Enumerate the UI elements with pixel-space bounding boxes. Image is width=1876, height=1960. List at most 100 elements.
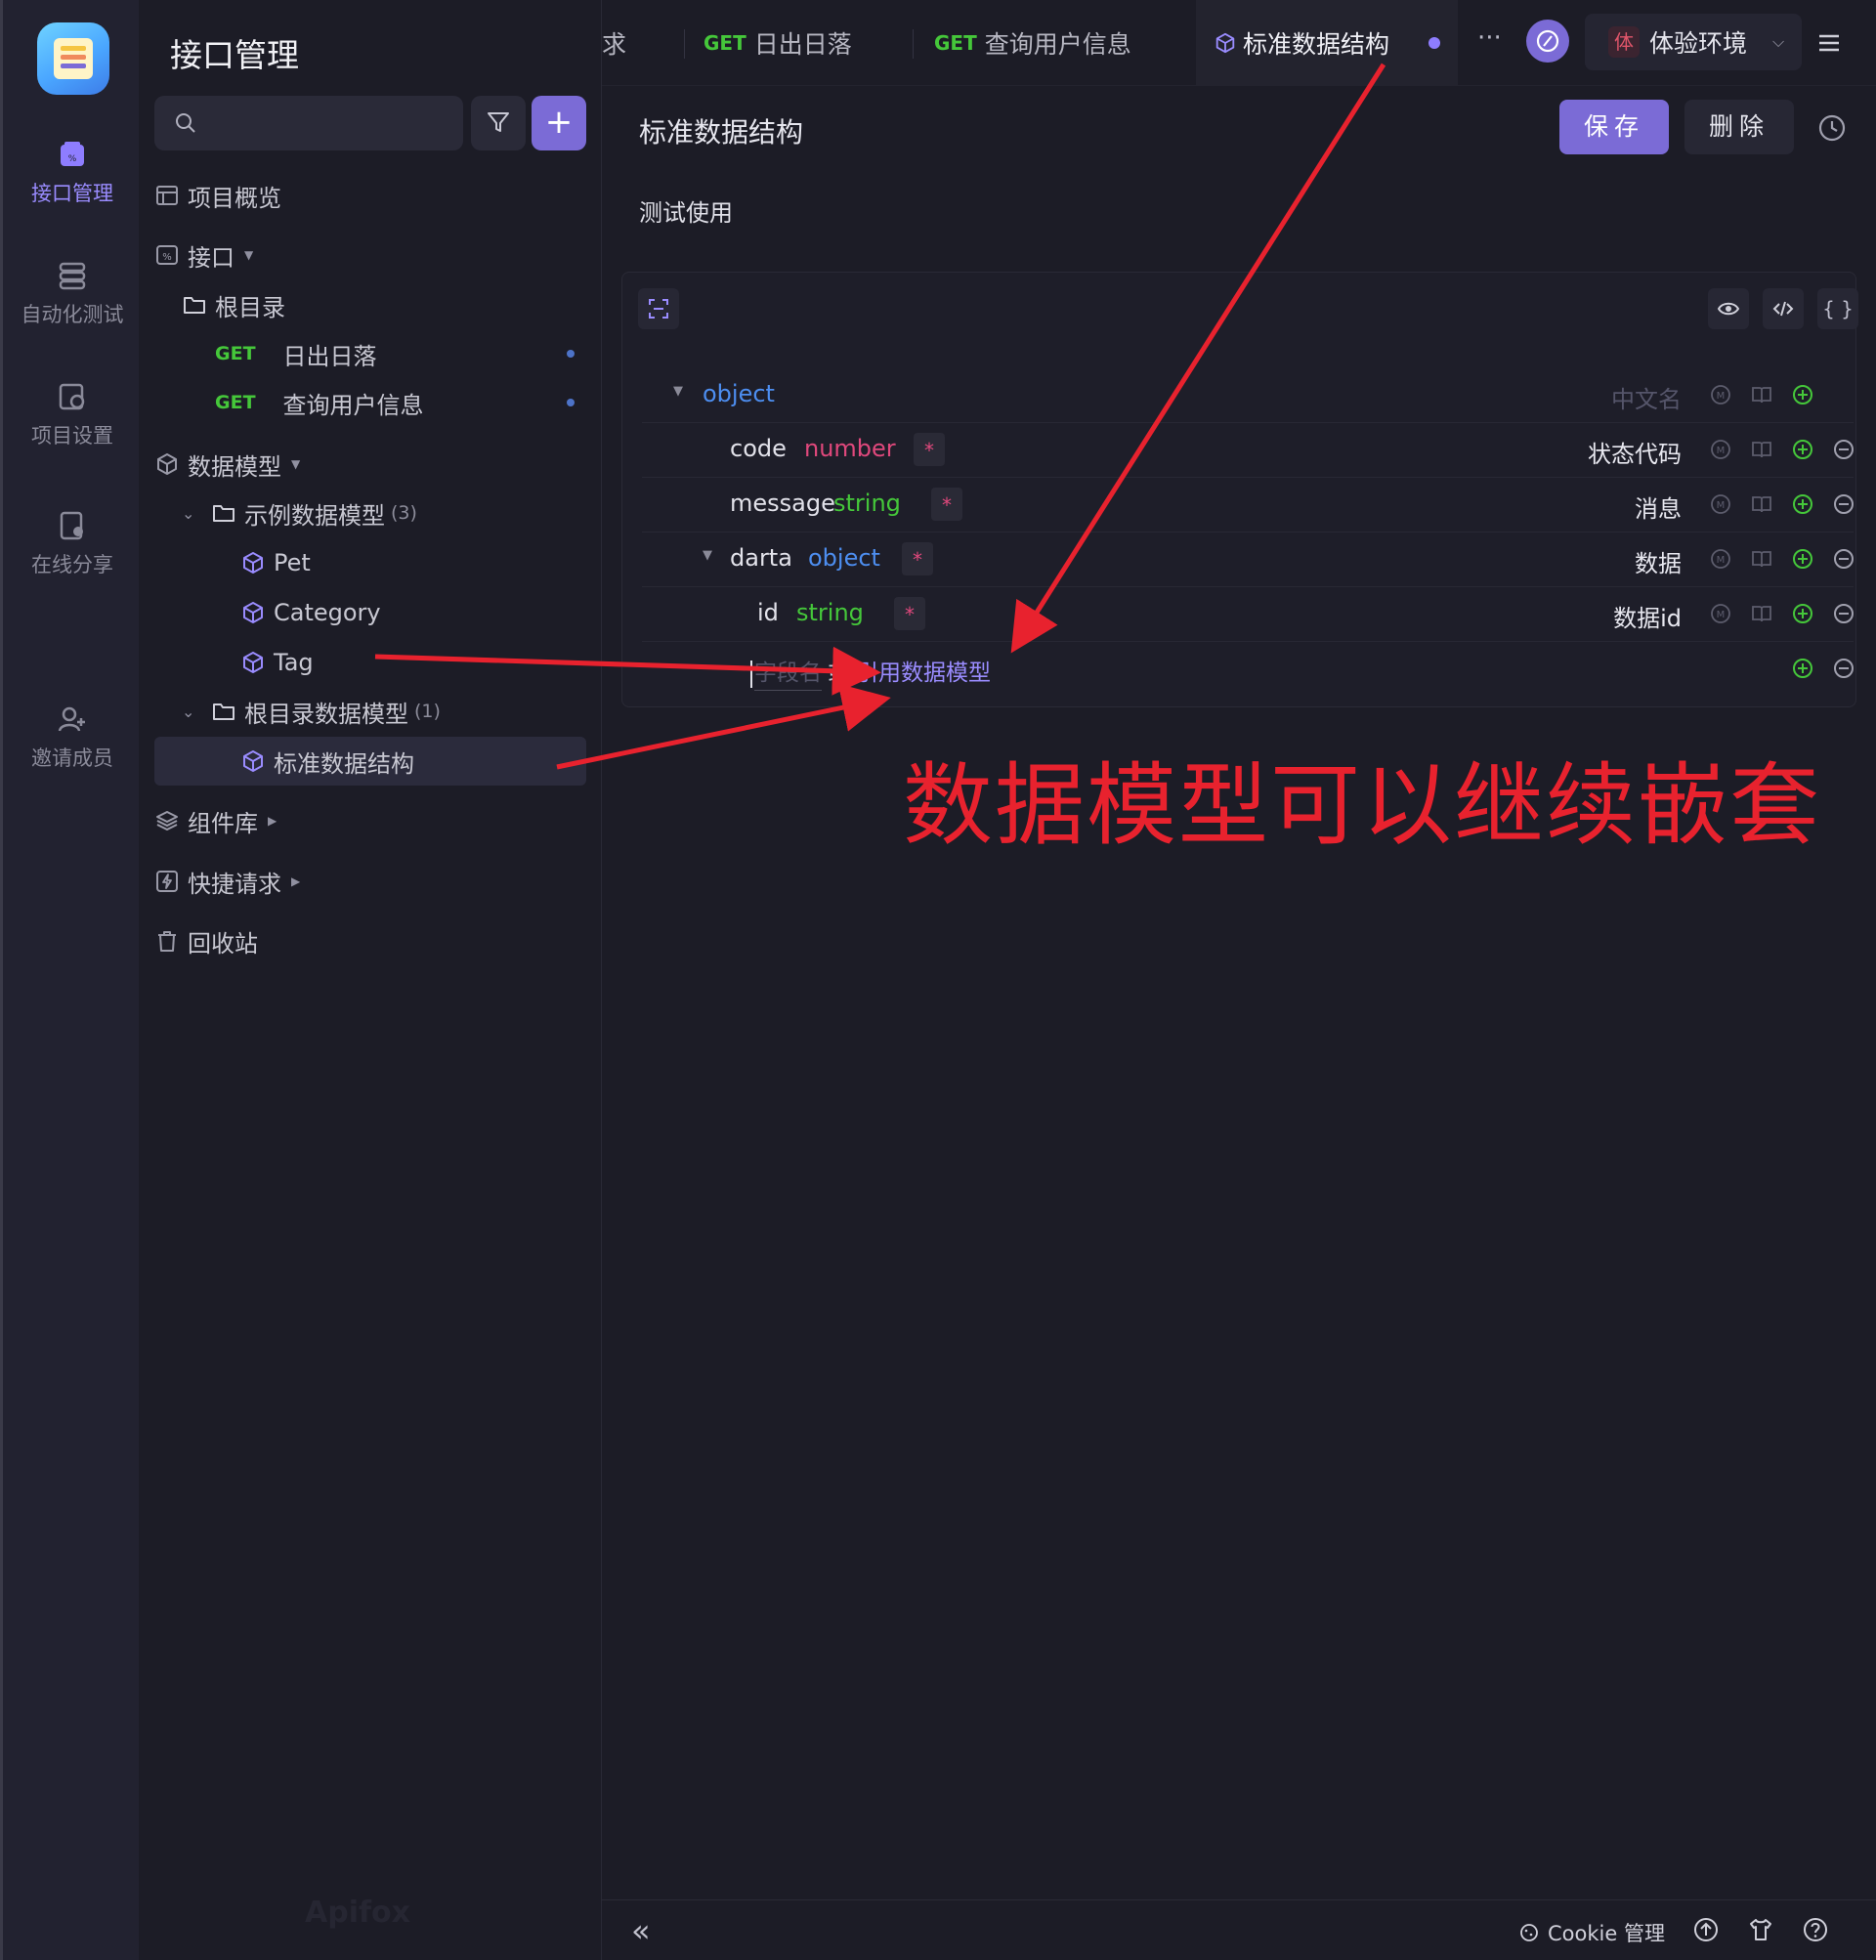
filter-button[interactable]	[471, 96, 526, 150]
more-tabs-button[interactable]: ···	[1477, 23, 1502, 53]
cube-icon	[157, 453, 177, 475]
collapse-sidebar-button[interactable]: «	[631, 1912, 651, 1949]
schema-row-field[interactable]: message string * 消息 M	[642, 478, 1854, 533]
remove-circle-icon[interactable]	[1832, 547, 1855, 571]
sidebar-folder-root-models[interactable]: ⌄ 根目录数据模型 (1)	[182, 687, 441, 736]
rail-item-api-management[interactable]: % 接口管理	[3, 139, 142, 207]
add-circle-icon[interactable]	[1791, 492, 1814, 516]
book-icon[interactable]	[1750, 602, 1773, 625]
environment-select[interactable]: 体 体验环境 ⌵	[1585, 14, 1802, 70]
field-type[interactable]: object	[808, 544, 880, 572]
chinese-name[interactable]: 消息	[1635, 490, 1682, 524]
new-field-input[interactable]: 字段名或引用数据模型	[750, 654, 991, 691]
remove-circle-icon[interactable]	[1832, 657, 1855, 680]
sidebar-model-item[interactable]: Tag	[240, 638, 314, 687]
book-icon[interactable]	[1750, 383, 1773, 406]
field-type[interactable]: string	[833, 490, 901, 517]
rail-item-automation[interactable]: 自动化测试	[3, 260, 142, 328]
collapse-arrow-icon[interactable]: ▼	[673, 384, 683, 399]
chinese-name[interactable]: 数据	[1635, 544, 1682, 578]
field-type[interactable]: string	[796, 599, 864, 626]
sidebar-section-quick-request[interactable]: 快捷请求 ▶	[154, 857, 300, 906]
sync-button[interactable]	[1526, 20, 1569, 63]
required-toggle[interactable]: *	[914, 433, 945, 466]
add-button[interactable]: +	[532, 96, 586, 150]
rail-item-project-settings[interactable]: 项目设置	[3, 381, 142, 449]
field-name[interactable]: code	[730, 435, 787, 462]
model-description[interactable]: 测试使用	[639, 193, 733, 228]
sidebar-model-item[interactable]: Category	[240, 588, 381, 637]
code-view-button[interactable]	[1763, 288, 1804, 329]
collapse-arrow-icon[interactable]: ▼	[703, 548, 712, 563]
sidebar-api-item[interactable]: GET 日出日落	[215, 329, 377, 378]
cookie-manager-button[interactable]: Cookie 管理	[1518, 1918, 1665, 1947]
page-title[interactable]: 标准数据结构	[639, 111, 803, 150]
layers-icon	[156, 811, 178, 831]
mock-icon[interactable]: M	[1709, 383, 1732, 406]
svg-text:M: M	[1717, 500, 1726, 511]
add-circle-icon[interactable]	[1791, 657, 1814, 680]
sidebar-section-models[interactable]: 数据模型 ▼	[154, 440, 300, 489]
required-toggle[interactable]: *	[931, 488, 962, 521]
add-circle-icon[interactable]	[1791, 602, 1814, 625]
mock-icon[interactable]: M	[1709, 602, 1732, 625]
history-icon[interactable]	[1815, 111, 1849, 145]
book-icon[interactable]	[1750, 547, 1773, 571]
search-input[interactable]	[154, 96, 463, 150]
app-logo[interactable]	[37, 22, 109, 95]
mock-icon[interactable]: M	[1709, 547, 1732, 571]
json-view-button[interactable]: { }	[1817, 288, 1858, 329]
preview-button[interactable]	[1708, 288, 1749, 329]
field-name[interactable]: id	[757, 599, 779, 626]
book-icon[interactable]	[1750, 492, 1773, 516]
remove-circle-icon[interactable]	[1832, 492, 1855, 516]
schema-row-field[interactable]: ▼ darta object * 数据 M	[642, 533, 1854, 587]
chinese-name[interactable]: 数据id	[1613, 599, 1682, 633]
delete-button[interactable]: 删除	[1684, 100, 1794, 154]
sidebar-model-item-selected[interactable]: 标准数据结构	[240, 737, 414, 786]
search-icon	[176, 113, 195, 133]
sidebar-item-recycle[interactable]: 回收站	[154, 916, 258, 965]
chinese-name-input[interactable]: 中文名	[1611, 380, 1682, 414]
reference-model-link[interactable]: 引用数据模型	[856, 660, 991, 686]
tab-api[interactable]: GET 查询用户信息	[934, 0, 1131, 86]
code-icon	[1772, 301, 1794, 317]
field-name[interactable]: darta	[730, 544, 792, 572]
tab-partial[interactable]: 求	[602, 0, 626, 86]
mock-icon[interactable]: M	[1709, 438, 1732, 461]
sidebar-folder-examples[interactable]: ⌄ 示例数据模型 (3)	[182, 489, 417, 537]
tab-api[interactable]: GET 日出日落	[704, 0, 852, 86]
mock-icon[interactable]: M	[1709, 492, 1732, 516]
sidebar-model-item[interactable]: Pet	[240, 538, 311, 587]
save-button[interactable]: 保存	[1559, 100, 1669, 154]
required-toggle[interactable]: *	[894, 597, 925, 630]
remove-circle-icon[interactable]	[1832, 602, 1855, 625]
book-icon[interactable]	[1750, 438, 1773, 461]
hamburger-menu-icon[interactable]	[1815, 29, 1843, 57]
shirt-icon[interactable]	[1747, 1916, 1774, 1943]
required-toggle[interactable]: *	[902, 542, 933, 575]
schema-row-field[interactable]: code number * 状态代码 M	[642, 423, 1854, 478]
expand-button[interactable]	[638, 288, 679, 329]
sidebar-api-item[interactable]: GET 查询用户信息	[215, 378, 424, 427]
sidebar-section-components[interactable]: 组件库 ▶	[154, 796, 277, 845]
field-name[interactable]: message	[730, 490, 835, 517]
unsaved-dot[interactable]	[1428, 37, 1441, 49]
field-type[interactable]: number	[804, 435, 896, 462]
tab-active[interactable]: 标准数据结构	[1196, 0, 1459, 86]
chinese-name[interactable]: 状态代码	[1588, 435, 1682, 469]
rail-item-invite[interactable]: 邀请成员	[3, 703, 142, 772]
sidebar-section-apis[interactable]: % 接口 ▼	[154, 231, 253, 279]
schema-row-root[interactable]: ▼ object 中文名 M	[642, 368, 1854, 423]
field-type[interactable]: object	[703, 380, 775, 407]
add-circle-icon[interactable]	[1791, 383, 1814, 406]
upload-icon[interactable]	[1692, 1916, 1720, 1943]
sidebar-folder-root[interactable]: 根目录	[182, 280, 285, 329]
schema-row-field[interactable]: id string * 数据id M	[642, 587, 1854, 642]
help-icon[interactable]	[1802, 1916, 1829, 1943]
sidebar-item-overview[interactable]: 项目概览	[154, 171, 281, 220]
remove-circle-icon[interactable]	[1832, 438, 1855, 461]
add-circle-icon[interactable]	[1791, 438, 1814, 461]
add-circle-icon[interactable]	[1791, 547, 1814, 571]
rail-item-share[interactable]: 在线分享	[3, 510, 142, 578]
